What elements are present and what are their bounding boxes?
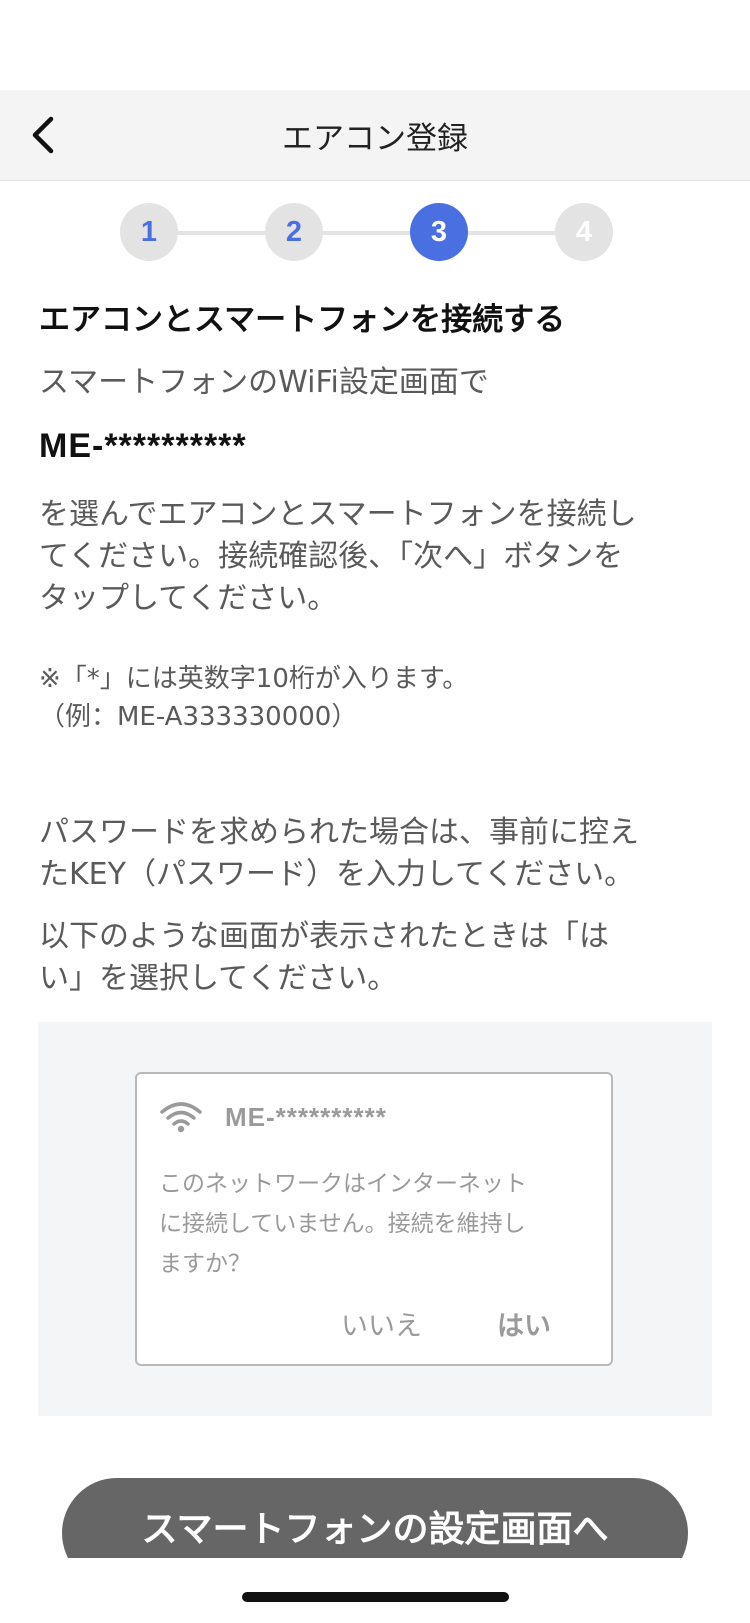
example-dialog-no-label: いいえ: [341, 1311, 422, 1342]
section-heading: エアコンとスマートフォンを接続する: [39, 302, 566, 338]
step-connector-line: [150, 231, 600, 235]
instruction-text-2: を選んでエアコンとスマートフォンを接続し てください。接続確認後、「次へ」ボタン…: [39, 494, 711, 620]
note-line-1: ※「*」には英数字10桁が入ります。: [39, 664, 469, 694]
select-instruction: 以下のような画面が表示されたときは「は い」を選択してください。: [39, 916, 711, 1000]
instruction-content: エアコンとスマートフォンを接続する スマートフォンのWiFi設定画面で ME-*…: [39, 296, 711, 1000]
example-dialog: ME-********** このネットワークはインターネット に接続していません…: [135, 1072, 613, 1366]
cta-container: スマートフォンの設定画面へ: [62, 1478, 688, 1558]
step-4: 4: [555, 203, 613, 261]
instruction-text-2-line1: を選んでエアコンとスマートフォンを接続し: [39, 497, 637, 532]
open-phone-settings-button[interactable]: スマートフォンの設定画面へ: [62, 1478, 688, 1558]
example-dialog-ssid: ME-**********: [225, 1101, 387, 1132]
note-block: ※「*」には英数字10桁が入ります。 （例：ME-A333330000）: [39, 660, 711, 736]
home-indicator[interactable]: [242, 1592, 509, 1602]
instruction-text-2-line2: てください。接続確認後、「次へ」ボタンを: [39, 539, 624, 574]
note-line-2: （例：ME-A333330000）: [39, 702, 358, 732]
step-indicator: 1 2 3 4: [120, 203, 630, 263]
example-dialog-message: このネットワークはインターネット に接続していません。接続を維持し ますか？: [159, 1164, 589, 1284]
example-dialog-message-line1: このネットワークはインターネット: [159, 1171, 527, 1197]
password-instruction: パスワードを求められた場合は、事前に控え たKEY（パスワード）を入力してくださ…: [39, 812, 711, 896]
status-bar-area: [0, 0, 750, 90]
instruction-text-1: スマートフォンのWiFi設定画面で: [39, 365, 489, 400]
example-dialog-header: ME-**********: [159, 1100, 387, 1134]
ssid-text: ME-**********: [39, 427, 247, 465]
wifi-icon: [160, 1102, 202, 1133]
dialog-example-illustration: ME-********** このネットワークはインターネット に接続していません…: [38, 1022, 712, 1416]
example-dialog-message-line3: ますか？: [159, 1251, 251, 1277]
example-dialog-yes-label: はい: [497, 1311, 551, 1342]
step-2: 2: [265, 203, 323, 261]
password-line-2: たKEY（パスワード）を入力してください。: [39, 857, 635, 892]
password-line-1: パスワードを求められた場合は、事前に控え: [39, 815, 639, 850]
example-dialog-message-line2: に接続していません。接続を維持し: [159, 1211, 526, 1237]
step-1: 1: [120, 203, 178, 261]
instruction-text-2-line3: タップしてください。: [39, 581, 338, 616]
step-3: 3: [410, 203, 468, 261]
select-line-1: 以下のような画面が表示されたときは「は: [39, 919, 609, 954]
navigation-bar: エアコン登録: [0, 90, 750, 181]
page-title: エアコン登録: [282, 120, 468, 157]
select-line-2: い」を選択してください。: [39, 961, 398, 996]
